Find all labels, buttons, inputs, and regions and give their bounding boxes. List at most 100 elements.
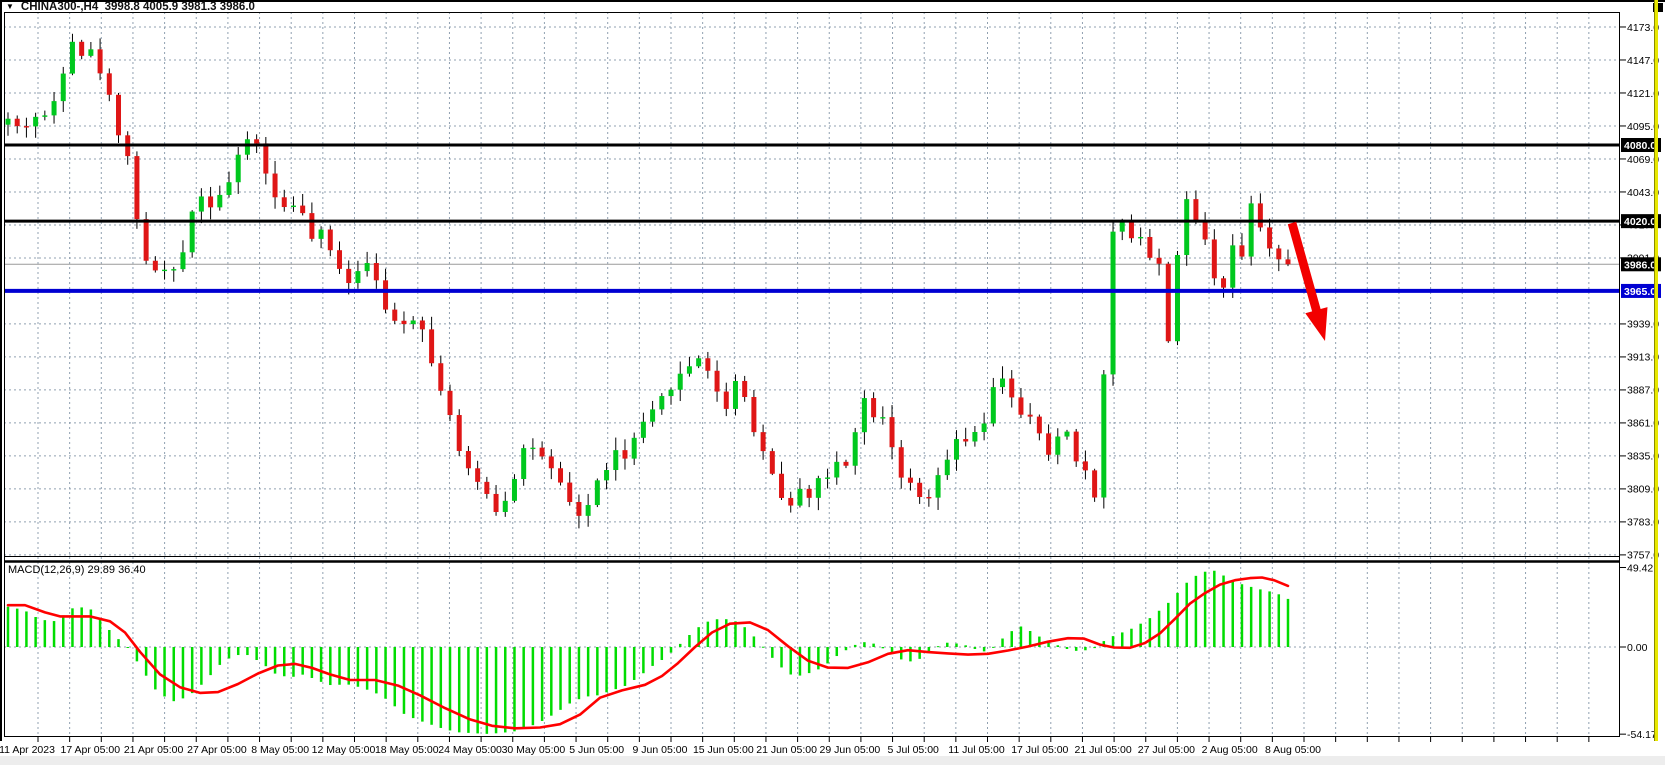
macd-histogram-bar bbox=[1112, 636, 1115, 647]
macd-histogram-bar bbox=[311, 647, 314, 678]
macd-histogram-bar bbox=[219, 647, 222, 665]
macd-histogram-bar bbox=[1231, 581, 1234, 647]
date-label: 11 Apr 2023 bbox=[0, 744, 55, 756]
candle bbox=[696, 358, 701, 366]
candle bbox=[1212, 239, 1217, 278]
macd-histogram-bar bbox=[1204, 572, 1207, 647]
macd-histogram-bar bbox=[504, 647, 507, 732]
candle bbox=[1018, 397, 1023, 414]
candle bbox=[475, 468, 480, 482]
candle bbox=[503, 501, 508, 512]
candle bbox=[217, 195, 222, 207]
macd-histogram-bar bbox=[320, 647, 323, 682]
macd-histogram-bar bbox=[182, 647, 185, 698]
macd-histogram-bar bbox=[716, 619, 719, 647]
macd-indicator-label: MACD(12,26,9) 29.89 36.40 bbox=[8, 564, 146, 576]
candle bbox=[1193, 199, 1198, 222]
macd-name: MACD(12,26,9) bbox=[8, 564, 84, 576]
macd-histogram-bar bbox=[458, 647, 461, 732]
candle bbox=[705, 358, 710, 371]
macd-histogram-bar bbox=[642, 647, 645, 673]
candle bbox=[742, 381, 747, 397]
symbol-dropdown-icon[interactable]: ▼ bbox=[6, 2, 14, 11]
candle bbox=[171, 269, 176, 270]
candle bbox=[1157, 258, 1162, 264]
candle bbox=[890, 417, 895, 447]
macd-histogram-bar bbox=[117, 639, 120, 647]
candle bbox=[1184, 199, 1189, 255]
candle bbox=[1285, 259, 1290, 264]
macd-histogram-bar bbox=[955, 643, 958, 647]
candle bbox=[834, 462, 839, 478]
macd-histogram-bar bbox=[651, 647, 654, 666]
candle bbox=[116, 95, 121, 136]
price-box-3965-text: 3965.0 bbox=[1624, 286, 1656, 298]
macd-axis-label: 0.00 bbox=[1627, 642, 1648, 654]
date-label: 21 Apr 05:00 bbox=[124, 744, 184, 756]
date-label: 15 Jun 05:00 bbox=[693, 744, 754, 756]
candle bbox=[843, 462, 848, 466]
candle bbox=[24, 126, 29, 127]
candle bbox=[659, 396, 664, 409]
candle bbox=[991, 387, 996, 423]
candle bbox=[576, 502, 581, 516]
macd-histogram-bar bbox=[7, 607, 10, 647]
candle bbox=[429, 329, 434, 363]
chart-canvas[interactable]: 4173.04147.04121.04095.04069.04043.04017… bbox=[0, 0, 1665, 765]
candle bbox=[365, 263, 370, 271]
candle bbox=[42, 115, 47, 116]
candle bbox=[33, 117, 38, 127]
candle bbox=[972, 432, 977, 441]
macd-histogram-bar bbox=[403, 647, 406, 714]
candle bbox=[199, 196, 204, 211]
date-label: 27 Apr 05:00 bbox=[187, 744, 247, 756]
macd-histogram-bar bbox=[743, 627, 746, 647]
candle bbox=[1129, 221, 1134, 238]
macd-histogram-bar bbox=[854, 645, 857, 647]
candle bbox=[512, 479, 517, 501]
macd-histogram-bar bbox=[237, 647, 240, 655]
candle bbox=[1166, 264, 1171, 341]
axis-divider-edge bbox=[1654, 0, 1655, 741]
candle bbox=[807, 489, 812, 498]
date-label: 17 Apr 05:00 bbox=[61, 744, 121, 756]
candle bbox=[595, 480, 600, 505]
macd-histogram-bar bbox=[974, 647, 977, 649]
macd-histogram-bar bbox=[578, 647, 581, 699]
candle bbox=[420, 320, 425, 329]
candle bbox=[871, 398, 876, 417]
candle bbox=[107, 73, 112, 94]
candle bbox=[926, 497, 931, 498]
candle bbox=[715, 371, 720, 392]
macd-histogram-bar bbox=[1057, 645, 1060, 647]
candle bbox=[52, 101, 57, 115]
candle bbox=[945, 460, 950, 475]
candle bbox=[549, 456, 554, 468]
macd-axis-label: -54.17 bbox=[1627, 729, 1657, 741]
macd-histogram-bar bbox=[817, 647, 820, 669]
candle bbox=[1101, 374, 1106, 497]
macd-histogram-bar bbox=[246, 647, 249, 655]
candle bbox=[1083, 461, 1088, 470]
macd-histogram-bar bbox=[163, 647, 166, 696]
candle bbox=[374, 263, 379, 280]
macd-histogram-bar bbox=[228, 647, 231, 658]
macd-histogram-bar bbox=[80, 607, 83, 647]
macd-histogram-bar bbox=[1084, 647, 1087, 650]
macd-histogram-bar bbox=[964, 645, 967, 647]
candle bbox=[1239, 245, 1244, 256]
candle bbox=[936, 475, 941, 498]
candle bbox=[300, 206, 305, 214]
macd-histogram-bar bbox=[1278, 594, 1281, 647]
macd-histogram-bar bbox=[1149, 618, 1152, 647]
macd-histogram-bar bbox=[25, 611, 28, 647]
candle bbox=[724, 392, 729, 409]
macd-histogram-bar bbox=[1176, 593, 1179, 647]
date-label: 29 Jun 05:00 bbox=[820, 744, 881, 756]
macd-histogram-bar bbox=[918, 647, 921, 659]
macd-histogram-bar bbox=[265, 647, 268, 666]
candle bbox=[1064, 432, 1069, 437]
axis-divider[interactable] bbox=[1655, 0, 1658, 741]
macd-histogram-bar bbox=[1158, 611, 1161, 647]
candle bbox=[1258, 203, 1263, 227]
